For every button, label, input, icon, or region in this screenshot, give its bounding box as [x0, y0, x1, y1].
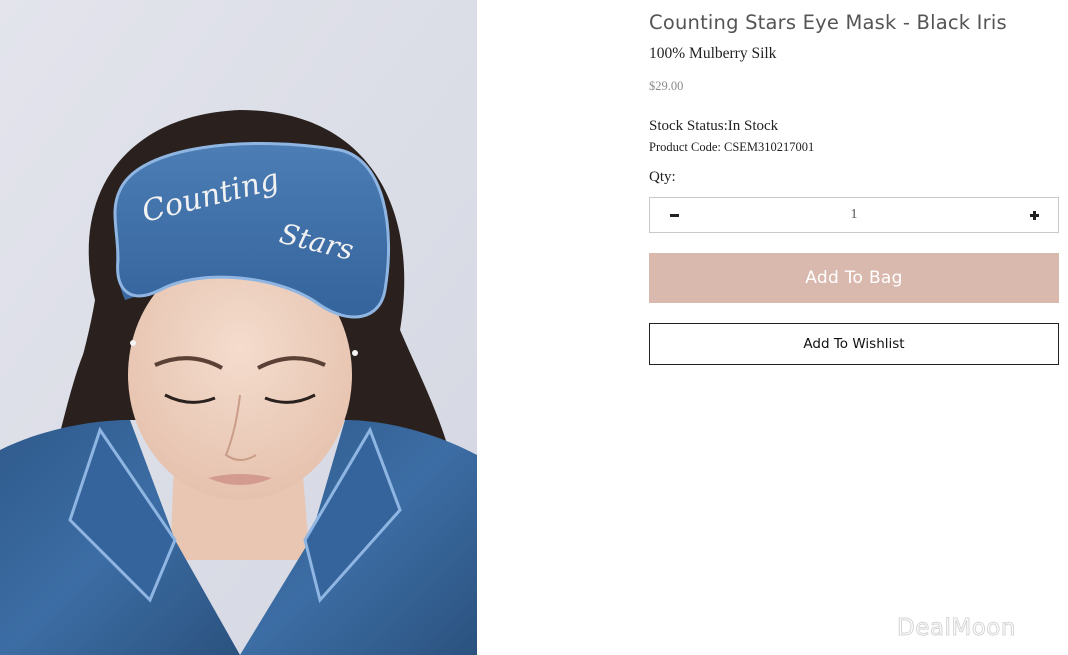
product-title: Counting Stars Eye Mask - Black Iris — [649, 11, 1007, 34]
dealmoon-watermark: DealMoon — [897, 615, 1016, 642]
quantity-input[interactable] — [698, 198, 1010, 232]
product-page: Counting Stars Counting Stars Eye Mask -… — [0, 0, 1068, 655]
product-image: Counting Stars — [0, 0, 477, 655]
add-to-wishlist-button[interactable]: Add To Wishlist — [649, 323, 1059, 365]
product-material: 100% Mulberry Silk — [649, 45, 777, 62]
minus-icon — [670, 214, 679, 217]
add-to-bag-button[interactable]: Add To Bag — [649, 253, 1059, 303]
product-code: Product Code: CSEM310217001 — [649, 140, 815, 154]
product-price: $29.00 — [649, 79, 684, 93]
quantity-label: Qty: — [649, 169, 676, 185]
quantity-decrease-button[interactable] — [650, 198, 698, 232]
stock-status: Stock Status:In Stock — [649, 118, 779, 134]
quantity-stepper — [649, 197, 1059, 233]
quantity-increase-button[interactable] — [1010, 198, 1058, 232]
